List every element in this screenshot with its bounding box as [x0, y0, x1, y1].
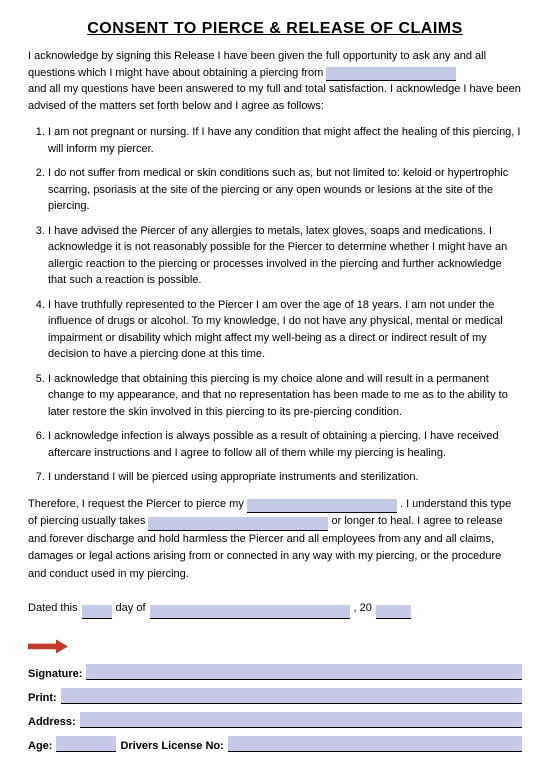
intro-text-2: and all my questions have been answered …	[28, 83, 521, 112]
print-row: Print:	[28, 688, 522, 704]
age-field[interactable]	[56, 736, 116, 752]
red-arrow-icon	[28, 639, 68, 653]
page-title: CONSENT TO PIERCE & RELEASE OF CLAIMS	[28, 20, 522, 38]
piercing-from-field[interactable]	[326, 67, 456, 81]
intro-paragraph: I acknowledge by signing this Release I …	[28, 48, 522, 114]
list-item: I acknowledge that obtaining this pierci…	[48, 371, 522, 421]
signature-field[interactable]	[86, 664, 522, 680]
year-prefix-label: , 20	[354, 597, 372, 619]
address-field[interactable]	[80, 712, 522, 728]
dated-this-label: Dated this	[28, 597, 78, 619]
age-row: Age: Drivers License No:	[28, 736, 522, 752]
day-of-label: day of	[116, 597, 146, 619]
pierce-location-field[interactable]	[247, 499, 397, 513]
list-item: I do not suffer from medical or skin con…	[48, 165, 522, 215]
dl-field[interactable]	[228, 736, 522, 752]
signature-row: Signature:	[28, 664, 522, 680]
list-item: I understand I will be pierced using app…	[48, 469, 522, 486]
list-item: I am not pregnant or nursing. If I have …	[48, 124, 522, 157]
signature-section: Signature: Print: Address: Age: Drivers …	[28, 639, 522, 752]
therefore-text-1: Therefore, I request the Piercer to pier…	[28, 498, 244, 510]
month-field[interactable]	[150, 605, 350, 619]
healing-time-field[interactable]	[148, 517, 328, 531]
list-item: I have truthfully represented to the Pie…	[48, 297, 522, 363]
list-item: I acknowledge infection is always possib…	[48, 428, 522, 461]
print-label: Print:	[28, 692, 57, 704]
age-label: Age:	[28, 740, 52, 752]
date-line: Dated this day of , 20	[28, 597, 522, 619]
year-field[interactable]	[376, 605, 411, 619]
address-row: Address:	[28, 712, 522, 728]
therefore-section: Therefore, I request the Piercer to pier…	[28, 496, 522, 584]
address-label: Address:	[28, 716, 76, 728]
list-item: I have advised the Piercer of any allerg…	[48, 223, 522, 289]
print-field[interactable]	[61, 688, 522, 704]
signature-label: Signature:	[28, 668, 82, 680]
day-field[interactable]	[82, 605, 112, 619]
agreement-list: I am not pregnant or nursing. If I have …	[48, 124, 522, 486]
dl-label: Drivers License No:	[120, 740, 223, 752]
